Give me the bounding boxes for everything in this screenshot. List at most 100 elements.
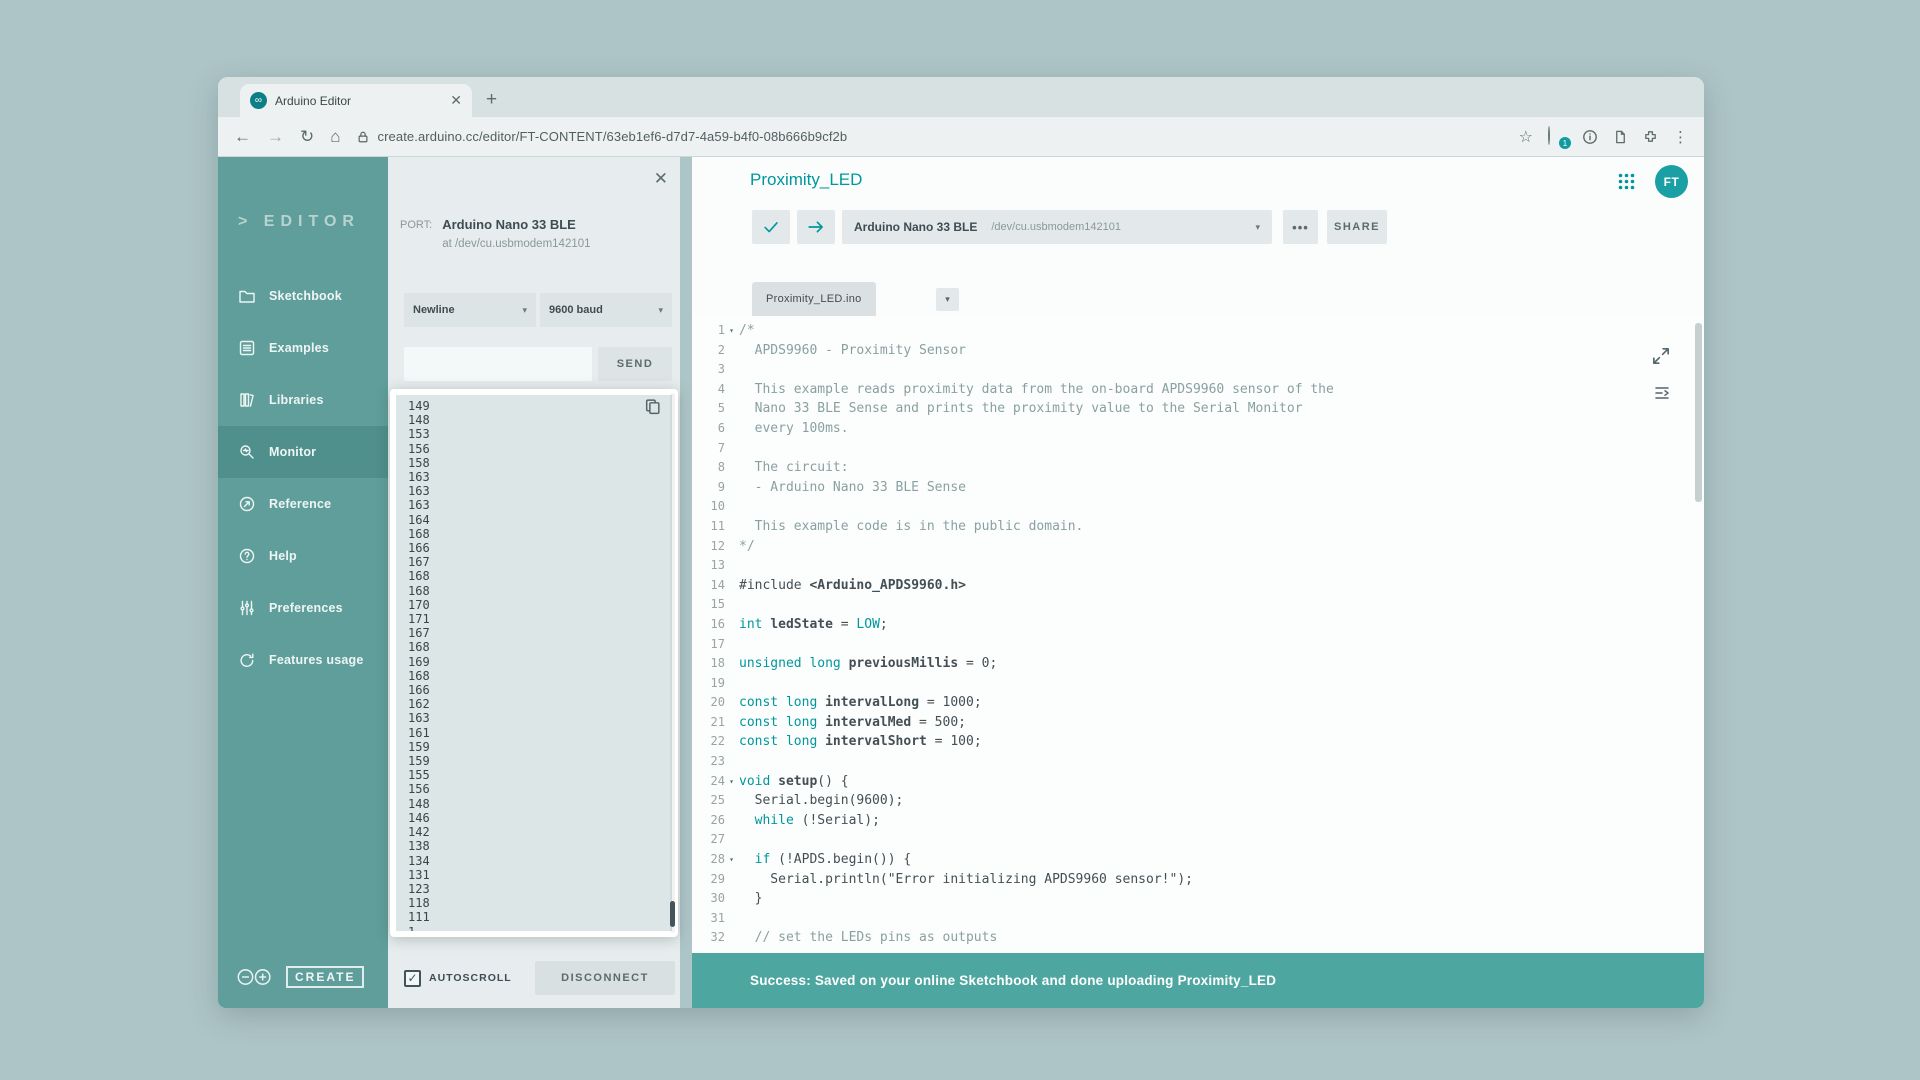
editor-panel: Proximity_LED FT (692, 157, 1704, 1008)
disconnect-button[interactable]: DISCONNECT (535, 961, 675, 995)
chevron-down-icon: ▾ (1255, 222, 1260, 233)
features-usage-icon (238, 651, 256, 669)
baud-rate-select[interactable]: 9600 baud ▾ (540, 293, 672, 327)
serial-scrollbar-thumb[interactable] (670, 901, 675, 927)
apps-grid-icon[interactable] (1618, 173, 1635, 190)
autoscroll-checkbox[interactable]: ✓ (404, 970, 421, 987)
code-line: 21const long intervalMed = 500; (692, 713, 1704, 733)
sidebar-item-sketchbook[interactable]: Sketchbook (218, 270, 388, 322)
tab-close-icon[interactable]: ✕ (450, 92, 462, 109)
code-line: 9 - Arduino Nano 33 BLE Sense (692, 478, 1704, 498)
chevron-down-icon: ▾ (658, 305, 663, 316)
line-number: 23 (692, 752, 738, 772)
serial-value: 168 (408, 527, 672, 541)
serial-value: 131 (408, 868, 672, 882)
code-editor[interactable]: 1▾/*2 APDS9960 - Proximity Sensor34 This… (692, 316, 1704, 952)
line-number: 28▾ (692, 850, 738, 870)
editor-logo: > EDITOR (238, 213, 360, 231)
serial-value: 164 (408, 513, 672, 527)
menu-kebab-icon[interactable]: ⋮ (1673, 128, 1688, 146)
info-icon[interactable] (1582, 129, 1598, 145)
code-line: 4 This example reads proximity data from… (692, 380, 1704, 400)
puzzle-extensions-icon[interactable] (1643, 129, 1658, 144)
file-menu-caret-button[interactable]: ▾ (936, 288, 959, 311)
reload-icon[interactable]: ↻ (300, 128, 314, 145)
share-button[interactable]: SHARE (1327, 210, 1387, 244)
home-icon[interactable]: ⌂ (330, 128, 340, 145)
sketch-file-tab[interactable]: Proximity_LED.ino (752, 282, 876, 316)
serial-value: 163 (408, 470, 672, 484)
port-info: PORT: Arduino Nano 33 BLE at /dev/cu.usb… (400, 217, 591, 250)
line-number: 8 (692, 458, 738, 478)
code-line: 6 every 100ms. (692, 419, 1704, 439)
avatar[interactable]: FT (1655, 165, 1688, 198)
fold-caret-empty (725, 693, 738, 713)
line-number: 21 (692, 713, 738, 733)
forward-icon[interactable]: → (267, 128, 284, 145)
url-field[interactable]: create.arduino.cc/editor/FT-CONTENT/63eb… (357, 129, 1503, 144)
line-number: 16 (692, 615, 738, 635)
back-icon[interactable]: ← (234, 128, 251, 145)
more-options-button[interactable]: ••• (1283, 210, 1318, 244)
new-tab-icon[interactable]: + (486, 89, 497, 111)
sidebar-item-monitor[interactable]: Monitor (218, 426, 388, 478)
line-number: 12 (692, 537, 738, 557)
document-icon[interactable] (1613, 129, 1628, 145)
code-text (738, 360, 739, 380)
fold-caret-empty (725, 517, 738, 537)
line-number: 29 (692, 870, 738, 890)
browser-tab[interactable]: ∞ Arduino Editor ✕ (240, 84, 472, 117)
line-ending-select[interactable]: Newline ▾ (404, 293, 536, 327)
sidebar-item-preferences[interactable]: Preferences (218, 582, 388, 634)
fold-caret-empty (725, 870, 738, 890)
chevron-down-icon: ▾ (522, 305, 527, 316)
code-text (738, 497, 739, 517)
logo-chevron-icon: > (238, 213, 253, 230)
fold-caret-icon[interactable]: ▾ (725, 321, 738, 341)
fold-caret-empty (725, 713, 738, 733)
port-device-path: at /dev/cu.usbmodem142101 (442, 238, 590, 250)
line-number: 6 (692, 419, 738, 439)
help-icon (238, 547, 256, 565)
browser-address-bar: ← → ↻ ⌂ create.arduino.cc/editor/FT-CONT… (218, 117, 1704, 157)
board-selector[interactable]: Arduino Nano 33 BLE /dev/cu.usbmodem1421… (842, 210, 1272, 244)
verify-button[interactable] (752, 210, 790, 244)
sidebar-item-reference[interactable]: Reference (218, 478, 388, 530)
line-number: 13 (692, 556, 738, 576)
monitor-close-icon[interactable]: ✕ (654, 169, 668, 189)
fold-caret-icon[interactable]: ▾ (725, 850, 738, 870)
autoformat-icon[interactable] (1652, 383, 1672, 403)
status-message: Success: Saved on your online Sketchbook… (750, 973, 1276, 988)
bookmark-star-icon[interactable]: ☆ (1519, 127, 1533, 147)
fold-caret-empty (725, 478, 738, 498)
serial-value: 168 (408, 669, 672, 683)
sidebar-item-features-usage[interactable]: Features usage (218, 634, 388, 686)
fold-caret-icon[interactable]: ▾ (725, 772, 738, 792)
sidebar-item-libraries[interactable]: Libraries (218, 374, 388, 426)
fullscreen-expand-icon[interactable] (1650, 345, 1672, 367)
copy-output-icon[interactable] (643, 397, 662, 416)
code-line: 8 The circuit: (692, 458, 1704, 478)
sidebar-item-help[interactable]: Help (218, 530, 388, 582)
send-button[interactable]: SEND (598, 347, 672, 381)
fold-caret-empty (725, 654, 738, 674)
code-line: 25 Serial.begin(9600); (692, 791, 1704, 811)
serial-output[interactable]: 1491481531561581631631631641681661671681… (396, 395, 672, 931)
code-line: 11 This example code is in the public do… (692, 517, 1704, 537)
serial-message-input[interactable] (404, 347, 592, 381)
code-text (738, 556, 739, 576)
url-text: create.arduino.cc/editor/FT-CONTENT/63eb… (378, 129, 848, 144)
code-text: while (!Serial); (738, 811, 880, 831)
sidebar-item-examples[interactable]: Examples (218, 322, 388, 374)
code-line: 29 Serial.println("Error initializing AP… (692, 870, 1704, 890)
serial-value: 148 (408, 797, 672, 811)
extension-badge-icon[interactable]: 1 (1548, 127, 1567, 146)
upload-button[interactable] (797, 210, 835, 244)
fold-caret-empty (725, 380, 738, 400)
editor-scrollbar-thumb[interactable] (1695, 323, 1702, 502)
sidebar-item-label: Sketchbook (269, 289, 342, 303)
code-line: 13 (692, 556, 1704, 576)
serial-value: 167 (408, 626, 672, 640)
extension-badge-count: 1 (1559, 137, 1571, 149)
arrow-right-icon (806, 217, 826, 237)
